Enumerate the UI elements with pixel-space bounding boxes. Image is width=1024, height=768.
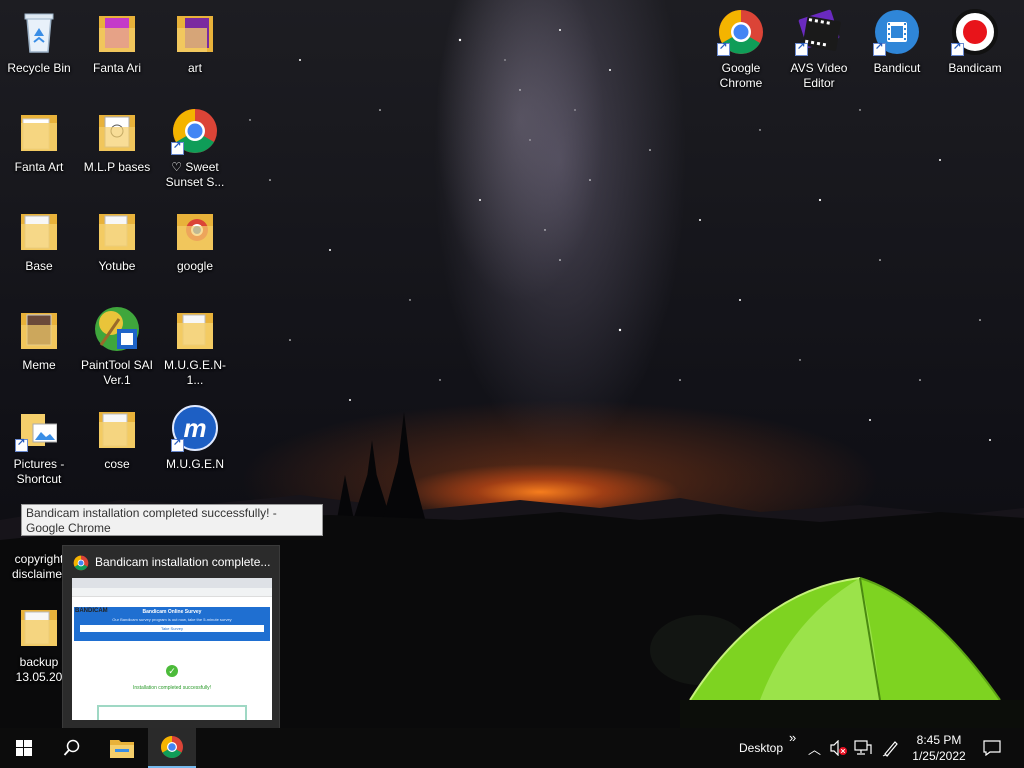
volume-muted-icon[interactable] — [830, 740, 848, 756]
desktop-icon-label: Google Chrome — [719, 61, 763, 90]
desktop-icon-base[interactable]: Base — [0, 206, 78, 274]
shortcut-arrow-icon — [795, 41, 808, 56]
desktop-icon-meme[interactable]: Meme — [0, 305, 78, 373]
window-preview[interactable]: Bandicam installation complete... BANDIC… — [62, 545, 280, 729]
desktop-icon-google-chrome[interactable]: Google Chrome — [702, 8, 780, 91]
search-button[interactable] — [48, 728, 96, 768]
shortcut-arrow-icon — [951, 41, 964, 56]
search-icon — [63, 739, 80, 756]
desktop-icon-label: Recycle Bin — [7, 61, 71, 75]
desktop-icon-label: art — [187, 61, 202, 75]
folder-icon — [177, 313, 213, 349]
desktop-icon-avs-video-editor[interactable]: AVS Video Editor — [780, 8, 858, 91]
chrome-icon — [161, 736, 183, 758]
network-icon[interactable] — [854, 740, 872, 756]
desktop-icon-mugen[interactable]: m M.U.G.E.N — [156, 404, 234, 472]
desktop-icon-label: Bandicam — [948, 61, 1002, 75]
file-explorer-icon — [110, 740, 134, 758]
folder-icon — [21, 313, 57, 349]
desktop-icon-label: M.U.G.E.N — [165, 457, 224, 471]
desktop-icon-bandicut[interactable]: Bandicut — [858, 8, 936, 76]
desktop-icon-label: Bandicut — [873, 61, 921, 75]
folder-icon — [21, 214, 57, 250]
painttool-sai-icon — [95, 307, 139, 351]
folder-icon — [99, 16, 135, 52]
desktop-icon-cose[interactable]: cose — [78, 404, 156, 472]
shortcut-arrow-icon — [171, 437, 184, 452]
desktop-icon-fanta-art[interactable]: Fanta Art — [0, 107, 78, 175]
taskbar-file-explorer[interactable] — [98, 728, 146, 768]
desktop-icon-mugen-folder[interactable]: M.U.G.E.N-1... — [156, 305, 234, 388]
desktop-icon-label: AVS Video Editor — [790, 61, 848, 90]
desktop-icon-label: PaintTool SAI Ver.1 — [80, 358, 154, 387]
toolbar-overflow-button[interactable]: » — [789, 730, 796, 745]
desktop-icon-google[interactable]: google — [156, 206, 234, 274]
clock-date: 1/25/2022 — [912, 749, 966, 763]
desktop-icon-label: Fanta Ari — [92, 61, 142, 75]
success-text: Installation completed successfully! — [132, 685, 212, 691]
folder-icon — [21, 115, 57, 151]
windows-logo-icon — [16, 740, 32, 756]
shortcut-arrow-icon — [873, 41, 886, 56]
taskbar-tooltip: Bandicam installation completed successf… — [21, 504, 323, 536]
folder-icon — [99, 412, 135, 448]
chrome-icon — [73, 555, 89, 571]
folder-icon — [177, 214, 213, 250]
folder-icon — [21, 610, 57, 646]
shortcut-arrow-icon — [717, 41, 730, 56]
desktop-icon-label: Base — [25, 259, 53, 273]
desktop-icon-mlp-bases[interactable]: M.L.P bases — [78, 107, 156, 175]
desktop-icon-label: cose — [104, 457, 130, 471]
desktop-icon-fanta-ari[interactable]: Fanta Ari — [78, 8, 156, 76]
survey-text: Our Bandicam survey program is out now, … — [112, 617, 232, 622]
bandicam-brand: BANDICAM — [75, 608, 108, 614]
desktop-icon-bandicam[interactable]: Bandicam — [936, 8, 1014, 76]
desktop-toolbar-label[interactable]: Desktop — [739, 741, 783, 755]
desktop-icon-sweet-sunset[interactable]: ♡ Sweet Sunset S... — [156, 107, 234, 190]
show-hidden-icons-chevron-icon[interactable]: ︿ — [808, 739, 821, 758]
folder-icon — [177, 16, 213, 52]
window-preview-thumbnail[interactable]: BANDICAM Bandicam Online Survey Our Band… — [72, 578, 272, 720]
taskbar: Desktop » ︿ 8:45 PM 1/25/2022 — [0, 728, 1024, 768]
desktop-icon-label: Yotube — [98, 259, 136, 273]
desktop-icon-recycle-bin[interactable]: Recycle Bin — [0, 8, 78, 76]
window-preview-title: Bandicam installation complete... — [95, 555, 271, 569]
shortcut-arrow-icon — [171, 140, 184, 155]
taskbar-chrome[interactable] — [148, 728, 196, 768]
shortcut-arrow-icon — [15, 437, 28, 452]
folder-icon — [99, 214, 135, 250]
svg-text:m: m — [183, 413, 206, 443]
recycle-bin-icon — [24, 13, 54, 53]
success-check-icon: ✓ — [166, 665, 178, 677]
desktop-icon-label: ♡ Sweet Sunset S... — [165, 160, 225, 189]
desktop-icon-label: Fanta Art — [14, 160, 64, 174]
survey-button: Take Survey — [80, 625, 264, 632]
desktop-icon-label: M.L.P bases — [83, 160, 151, 174]
desktop-icon-painttool-sai[interactable]: PaintTool SAI Ver.1 — [78, 305, 156, 388]
desktop-icon-label: Meme — [22, 358, 56, 372]
pen-workspace-icon[interactable] — [882, 739, 900, 757]
folder-icon — [99, 115, 135, 151]
clock-time: 8:45 PM — [916, 733, 962, 747]
desktop-icon-pictures-shortcut[interactable]: Pictures - Shortcut — [0, 404, 78, 487]
desktop-icon-yotube[interactable]: Yotube — [78, 206, 156, 274]
desktop-icon-label: Pictures - Shortcut — [13, 457, 65, 486]
desktop-icon-label: M.U.G.E.N-1... — [164, 358, 226, 387]
start-button[interactable] — [0, 728, 48, 768]
action-center-icon[interactable] — [983, 740, 1001, 756]
desktop-icon-label: google — [176, 259, 214, 273]
desktop-icon-art[interactable]: art — [156, 8, 234, 76]
clock[interactable]: 8:45 PM 1/25/2022 — [906, 732, 972, 764]
